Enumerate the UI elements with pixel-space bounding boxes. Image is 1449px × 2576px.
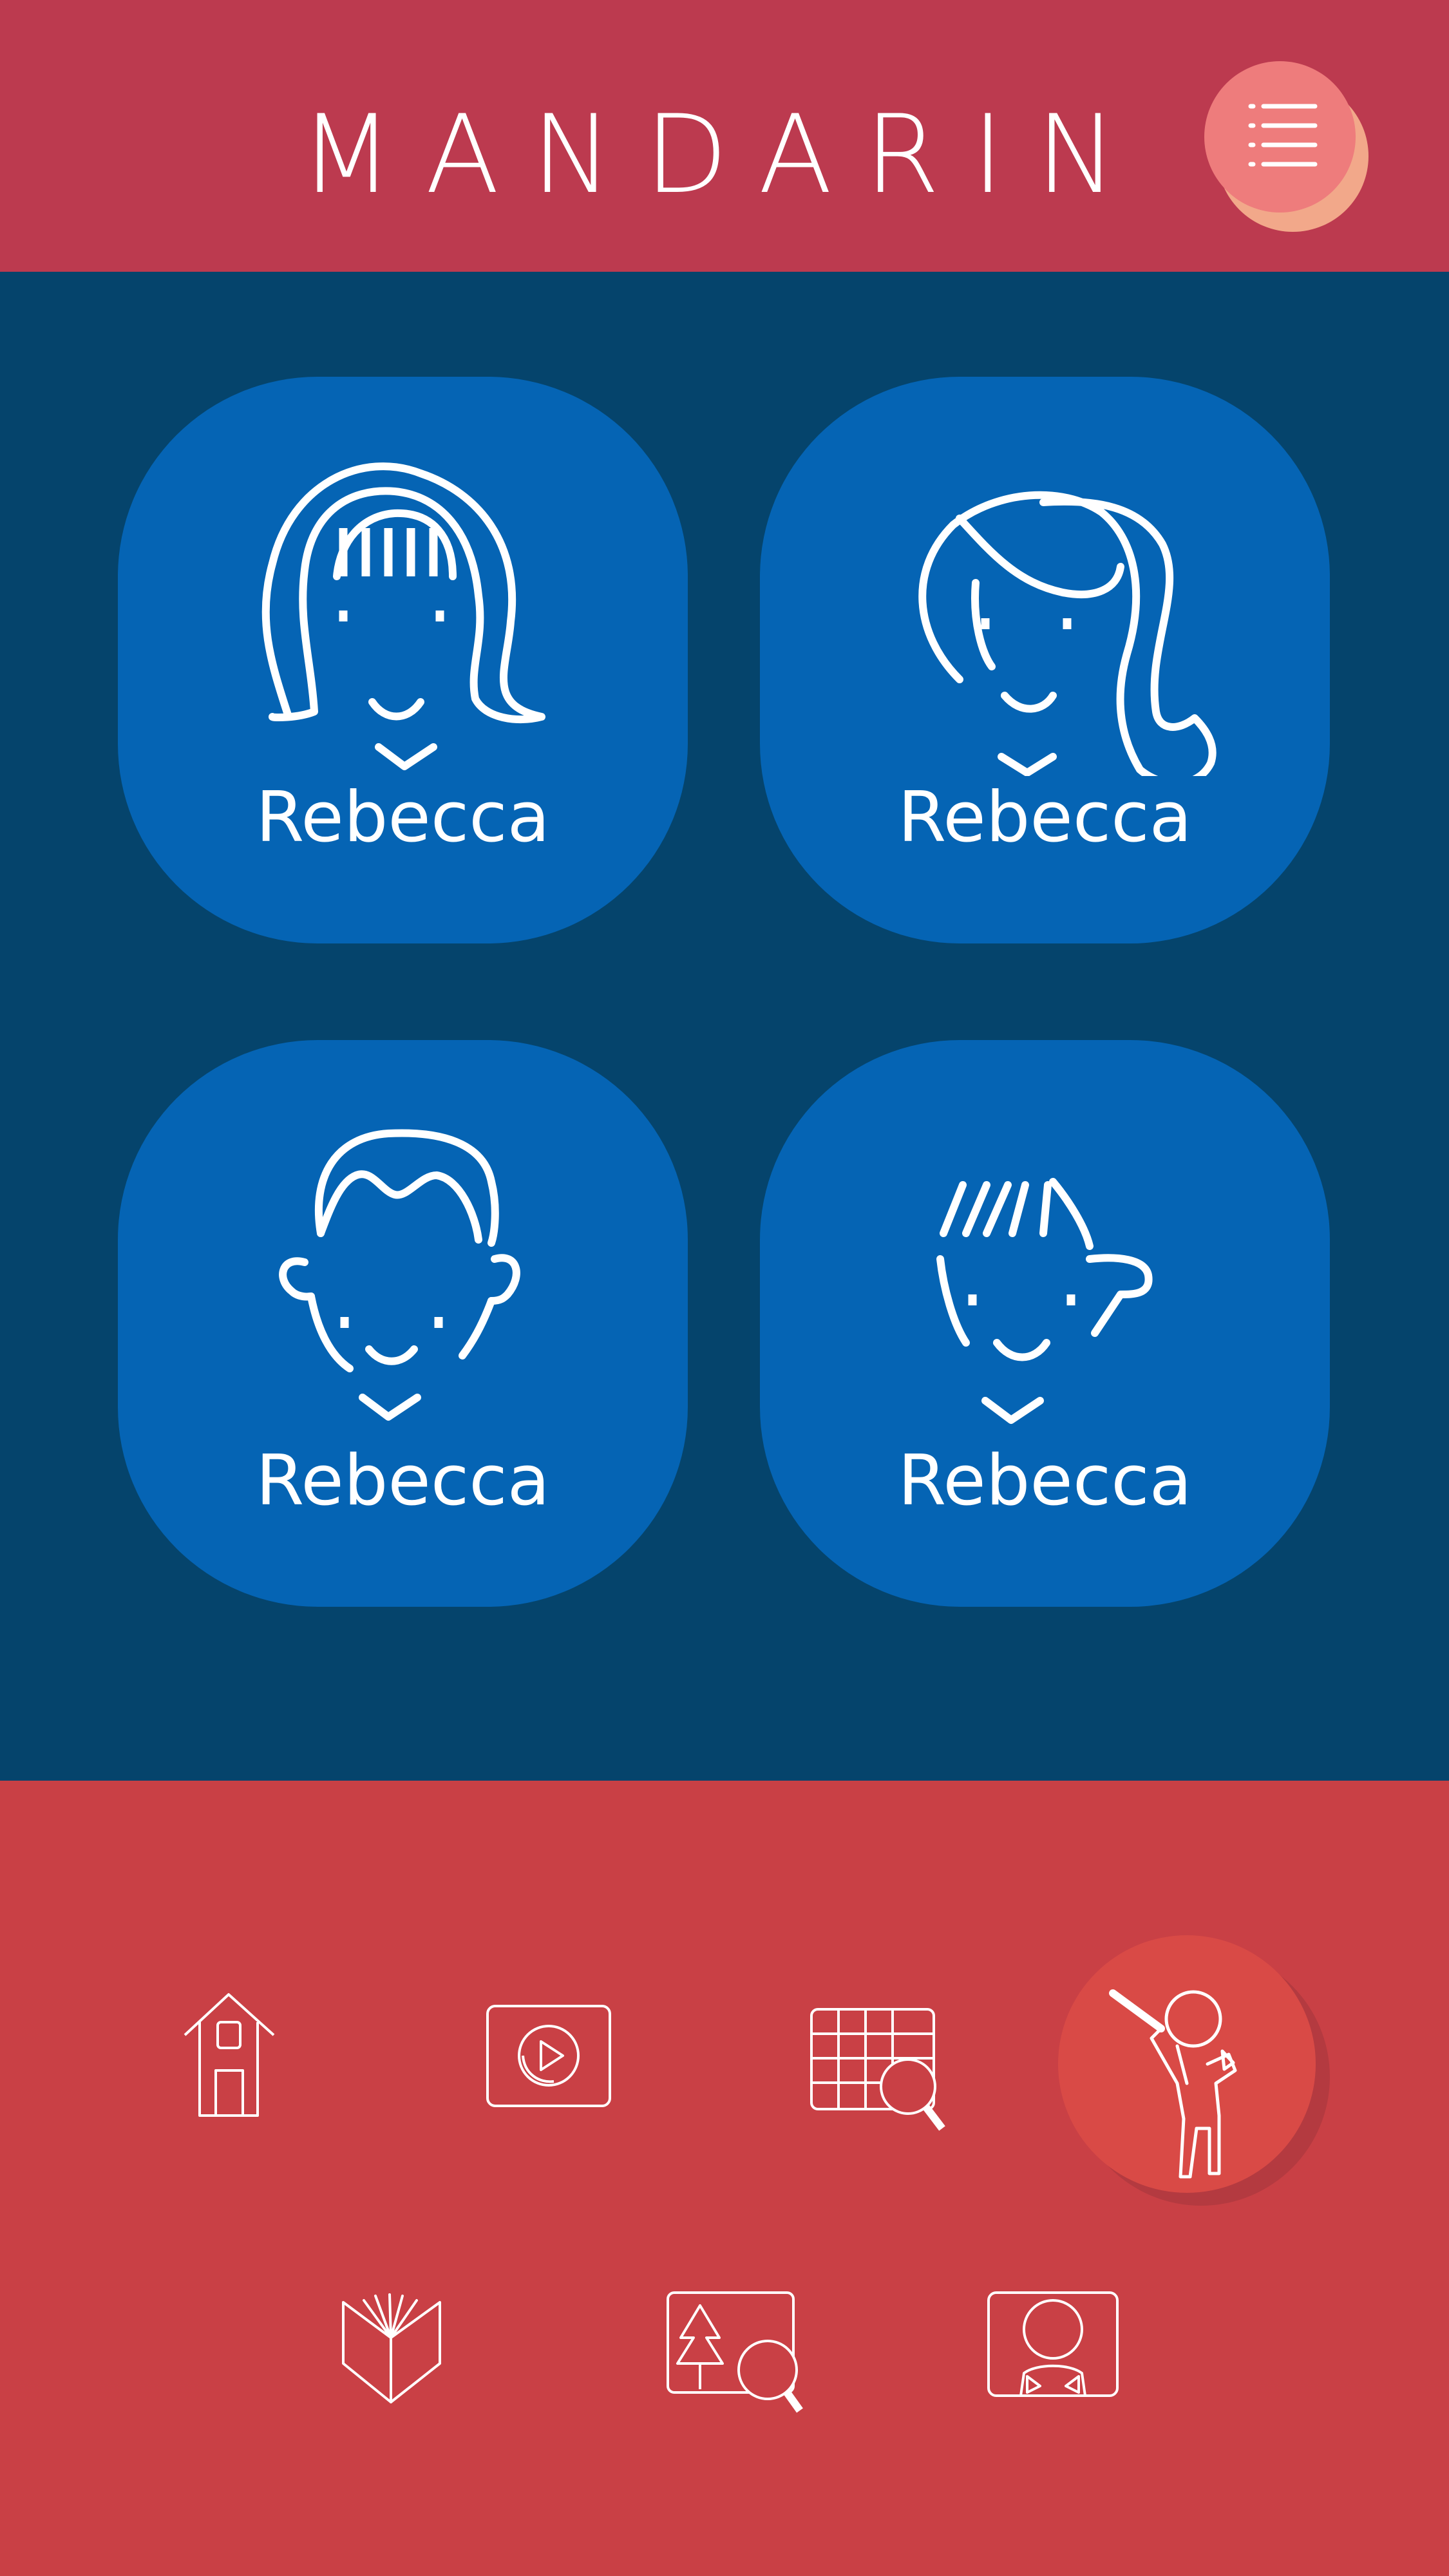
- list-menu-icon: [1248, 104, 1318, 167]
- menu-button[interactable]: [1204, 61, 1368, 232]
- home-icon: [184, 1993, 275, 2117]
- profile-card-icon: [987, 2291, 1119, 2397]
- picture-search-icon: [667, 2291, 803, 2413]
- profile-name-2: Rebecca: [898, 777, 1192, 858]
- video-play-icon: [486, 2005, 611, 2107]
- girl-side-hair-avatar-icon: [918, 491, 1217, 776]
- boy-spiky-avatar-icon: [936, 1178, 1153, 1424]
- nav-calendar-search[interactable]: [808, 2006, 950, 2135]
- profile-card-1[interactable]: Rebecca: [118, 377, 688, 943]
- open-book-icon: [342, 2293, 441, 2403]
- profile-name-3: Rebecca: [256, 1441, 550, 1521]
- girl-bangs-avatar-icon: [261, 462, 545, 770]
- nav-picture-search[interactable]: [665, 2289, 806, 2418]
- calendar-search-icon: [810, 2008, 945, 2131]
- nav-book[interactable]: [338, 2293, 444, 2409]
- profile-card-2[interactable]: Rebecca: [760, 377, 1330, 943]
- profile-name-1: Rebecca: [256, 777, 550, 858]
- nav-home[interactable]: [177, 1987, 280, 2122]
- profile-card-3[interactable]: Rebecca: [118, 1040, 688, 1607]
- app-header: MANDARIN: [0, 0, 1449, 272]
- teacher-pointer-icon: [1109, 1989, 1237, 2179]
- nav-teacher[interactable]: [1058, 1935, 1316, 2193]
- profile-card-4[interactable]: Rebecca: [760, 1040, 1330, 1607]
- profile-name-4: Rebecca: [898, 1441, 1192, 1521]
- nav-video[interactable]: [484, 2003, 613, 2109]
- boy-curly-avatar-icon: [279, 1129, 520, 1421]
- profile-grid: Rebecca Rebecca Rebecca Rebecca: [0, 272, 1449, 1781]
- nav-profile-card[interactable]: [985, 2289, 1121, 2399]
